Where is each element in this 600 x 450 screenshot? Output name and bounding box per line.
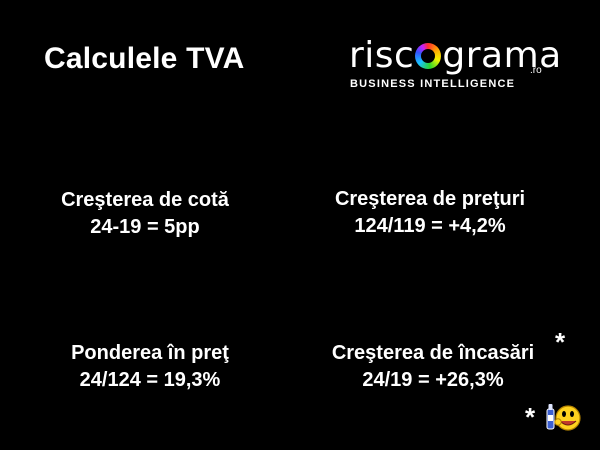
footnote-asterisk: *	[555, 327, 566, 357]
logo-word-suffix: grama	[442, 35, 562, 76]
vat-rate-increase-block: Creşterea de cotă 24-19 = 5pp	[0, 187, 295, 241]
smiley-with-bottle-icon	[546, 404, 581, 431]
block-label: Creşterea de încasări	[331, 342, 535, 364]
logo-tagline: BUSINESS INTELLIGENCE	[350, 78, 516, 90]
logo-word-prefix: risc	[349, 35, 415, 76]
block-formula: 124/119 = +4,2%	[354, 215, 506, 237]
revenue-increase-block: Creşterea de încasări 24/19 = +26,3%	[283, 340, 583, 394]
block-formula: 24/19 = +26,3%	[362, 369, 504, 391]
riscograma-logo: risc grama .ro BUSINESS INTELLIGENCE	[349, 35, 561, 96]
price-increase-block: Creşterea de preţuri 124/119 = +4,2%	[280, 186, 580, 240]
footnote-marker-asterisk: *	[525, 402, 536, 432]
block-label: Creşterea de cotă	[61, 189, 229, 211]
block-formula: 24-19 = 5pp	[90, 216, 200, 238]
block-label: Ponderea în preţ	[71, 342, 229, 364]
price-share-block: Ponderea în preţ 24/124 = 19,3%	[0, 340, 300, 394]
logo-domain-suffix: .ro	[530, 65, 542, 76]
block-label: Creşterea de preţuri	[334, 188, 526, 210]
block-formula: 24/124 = 19,3%	[79, 369, 221, 391]
slide-title: Calculele TVA	[44, 42, 245, 75]
multicolor-ring-icon	[415, 43, 442, 69]
